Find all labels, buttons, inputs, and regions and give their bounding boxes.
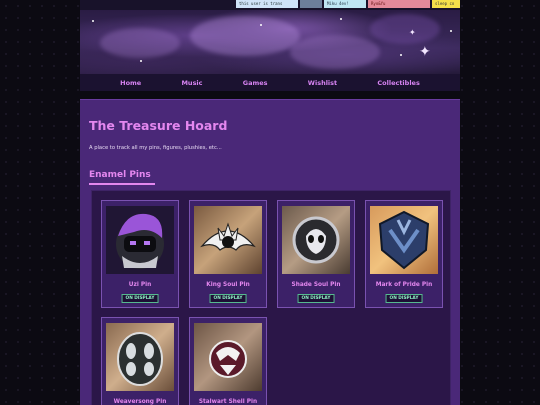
king-soul-pin-icon [194, 206, 262, 274]
site-container: this user is trans Miku 4ev! Ryo&Yu slee… [80, 0, 460, 405]
trans-badge[interactable]: this user is trans [236, 0, 298, 8]
pin-name: Shade Soul Pin [291, 282, 341, 288]
status-badge: ON DISPLAY [297, 294, 335, 303]
star [400, 54, 402, 56]
pin-card-stalwart-shell[interactable]: Stalwart Shell Pin [189, 317, 267, 405]
nav-games[interactable]: Games [243, 79, 268, 87]
pin-gallery: Uzi Pin ON DISPLAY King Soul Pin ON DISP… [91, 190, 451, 405]
pin-card-mark-of-pride[interactable]: Mark of Pride Pin ON DISPLAY [365, 200, 443, 308]
star [260, 24, 262, 26]
sparkle-icon: ✦ [419, 44, 431, 60]
pin-card-shade-soul[interactable]: Shade Soul Pin ON DISPLAY [277, 200, 355, 308]
nav-collectibles[interactable]: Collectibles [377, 79, 419, 87]
pin-name: King Soul Pin [206, 282, 250, 288]
content-panel: The Treasure Hoard A place to track all … [80, 99, 460, 405]
badge-strip: this user is trans Miku 4ev! Ryo&Yu slee… [80, 0, 460, 10]
header-banner: ✦ ✦ [80, 10, 460, 74]
nav-music[interactable]: Music [181, 79, 202, 87]
pin-name: Stalwart Shell Pin [198, 399, 258, 405]
status-badge: ON DISPLAY [121, 294, 159, 303]
section-underline [89, 183, 155, 185]
pin-card-weaversong[interactable]: Weaversong Pin [101, 317, 179, 405]
pin-card-king-soul[interactable]: King Soul Pin ON DISPLAY [189, 200, 267, 308]
nav-wishlist[interactable]: Wishlist [308, 79, 337, 87]
pin-name: Uzi Pin [128, 282, 152, 288]
uzi-pin-icon [106, 206, 174, 274]
nebula-cloud [190, 16, 300, 56]
star [140, 60, 142, 62]
mark-of-pride-pin-icon [370, 206, 438, 274]
section-heading: Enamel Pins [89, 170, 151, 180]
status-badge: ON DISPLAY [209, 294, 247, 303]
nebula-cloud [370, 14, 440, 44]
status-badge: ON DISPLAY [385, 294, 423, 303]
star [92, 20, 94, 22]
nebula-cloud [100, 28, 180, 58]
sleep-badge[interactable]: sleep co [432, 0, 460, 8]
stalwart-shell-pin-icon [194, 323, 262, 391]
nebula-cloud [290, 35, 380, 69]
nav-home[interactable]: Home [120, 79, 141, 87]
star [340, 18, 342, 20]
pin-name: Mark of Pride Pin [375, 282, 433, 288]
intro-text: A place to track all my pins, figures, p… [89, 145, 222, 151]
ryo-badge[interactable]: Ryo&Yu [368, 0, 430, 8]
sparkle-icon: ✦ [409, 28, 416, 37]
pin-card-uzi[interactable]: Uzi Pin ON DISPLAY [101, 200, 179, 308]
pin-name: Weaversong Pin [113, 399, 167, 405]
character-badge[interactable] [300, 0, 322, 8]
star [450, 30, 452, 32]
page-title: The Treasure Hoard [89, 118, 228, 133]
miku-badge[interactable]: Miku 4ev! [324, 0, 366, 8]
main-nav: Home Music Games Wishlist Collectibles [80, 74, 460, 91]
shade-soul-pin-icon [282, 206, 350, 274]
weaversong-pin-icon [106, 323, 174, 391]
